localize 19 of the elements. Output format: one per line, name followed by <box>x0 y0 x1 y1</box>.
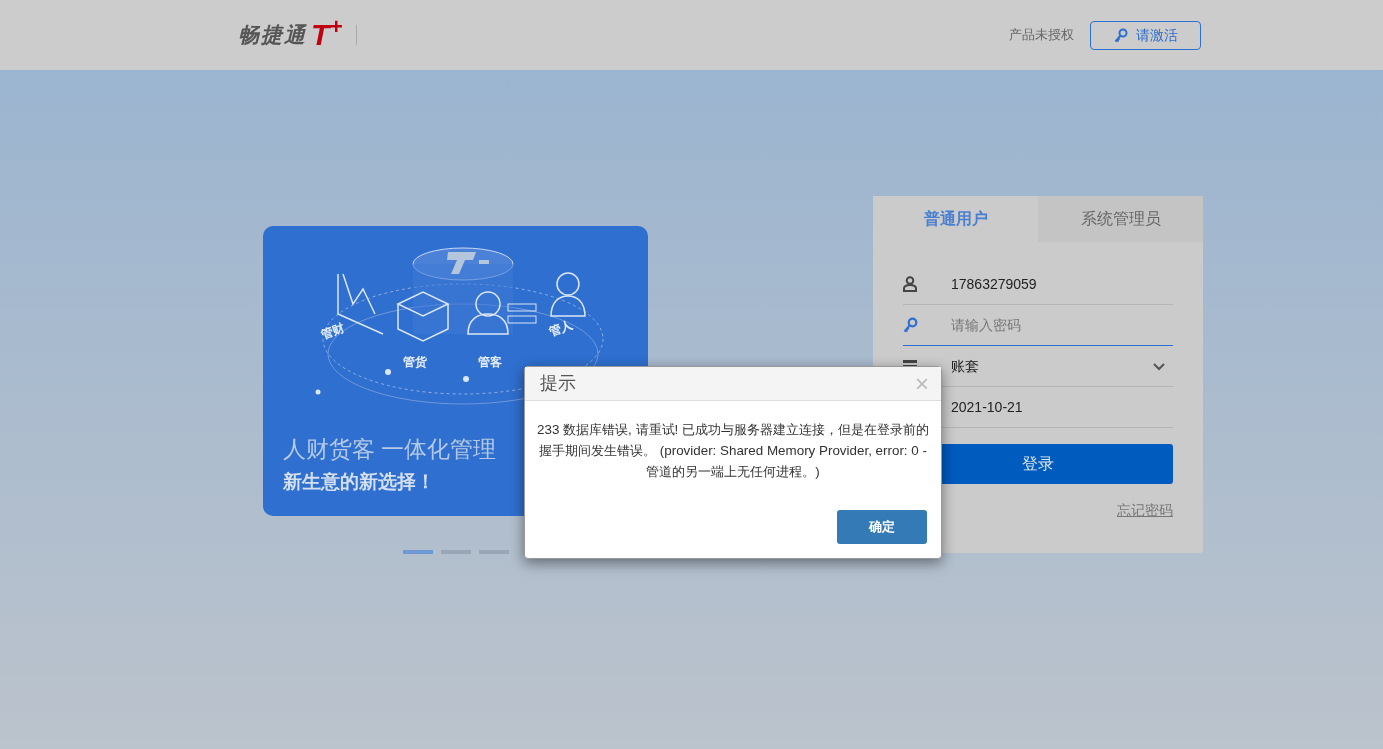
chevron-down-icon <box>1153 362 1165 371</box>
dialog-title: 提示 <box>540 372 576 395</box>
banner-subline: 新生意的新选择！ <box>283 470 435 494</box>
activate-button[interactable]: 请激活 <box>1090 20 1201 50</box>
banner-headline: 人财货客 一体化管理 <box>283 435 497 464</box>
username-field[interactable]: 17863279059 <box>951 273 1173 295</box>
account-set-field[interactable]: 账套 <box>951 355 1153 377</box>
key-icon <box>903 317 918 333</box>
carousel-indicator[interactable] <box>402 550 433 554</box>
logo-mark: T$^{+}$ <box>311 20 343 50</box>
forgot-password-link[interactable]: 忘记密码 <box>1117 502 1173 518</box>
password-field[interactable]: 请输入密码 <box>951 314 1173 336</box>
user-icon <box>903 276 917 292</box>
ok-button[interactable]: 确定 <box>837 510 927 544</box>
login-tab[interactable]: 系统管理员 <box>1038 196 1203 242</box>
license-status: 产品未授权 <box>1009 26 1074 45</box>
logo-wordmark: 畅捷通 <box>238 22 307 49</box>
date-field[interactable]: 2021-10-21 <box>951 396 1173 418</box>
key-icon <box>1113 27 1128 43</box>
